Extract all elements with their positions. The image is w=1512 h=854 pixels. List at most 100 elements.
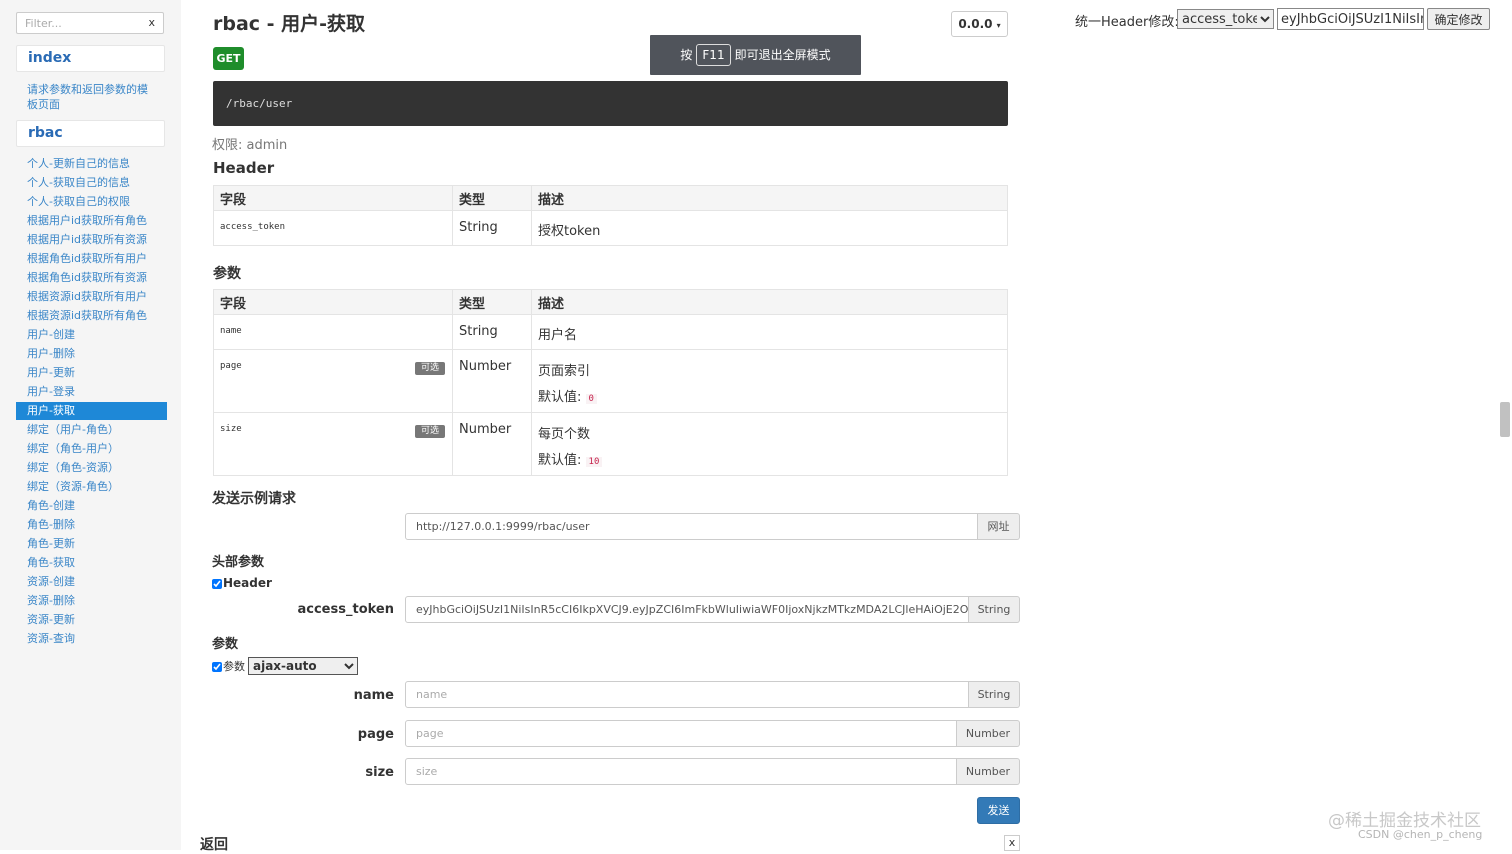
params-checkbox[interactable]	[212, 662, 222, 672]
params-form-title: 参数	[212, 637, 239, 652]
default-code: 10	[585, 457, 603, 467]
header-checkbox[interactable]	[212, 578, 222, 589]
header-checkbox-text: Header	[223, 576, 272, 590]
params-section-title: 参数	[213, 266, 241, 282]
optional-badge: 可选	[415, 362, 445, 375]
toast-text-after: 即可退出全屏模式	[734, 48, 831, 62]
sidebar-item[interactable]: 用户-登录	[16, 383, 167, 401]
sidebar-item[interactable]: 根据资源id获取所有用户	[16, 288, 167, 306]
method-badge: GET	[213, 47, 244, 70]
column-header: 描述	[531, 185, 1008, 211]
sidebar-item-template[interactable]: 请求参数和返回参数的模板页面	[27, 82, 157, 112]
header-checkbox-label[interactable]: Header	[212, 576, 272, 590]
sidebar-item[interactable]: 角色-删除	[16, 516, 167, 534]
field-label: page	[357, 727, 394, 742]
page-input[interactable]	[405, 720, 957, 747]
return-title: 返回	[200, 837, 228, 853]
default-label: 默认值:	[538, 390, 582, 405]
params-checkbox-text: 参数	[223, 660, 245, 673]
field-type: String	[452, 210, 532, 246]
type-addon: String	[969, 681, 1020, 708]
sidebar-item[interactable]: 资源-更新	[16, 611, 167, 629]
default-value: 默认值: 10	[538, 448, 1001, 475]
name-input[interactable]	[405, 681, 969, 708]
sidebar-item[interactable]: 用户-获取	[16, 402, 167, 420]
filter-input[interactable]	[17, 13, 141, 33]
column-header: 描述	[531, 289, 1008, 315]
page-input-group: Number	[405, 720, 1020, 747]
scrollbar-thumb[interactable]	[1500, 402, 1510, 437]
size-input-group: Number	[405, 758, 1020, 785]
field-label: size	[365, 765, 394, 780]
params-table: 字段 类型 描述 name String 用户名 page 可选 Number …	[213, 289, 1008, 476]
sidebar-item[interactable]: 用户-更新	[16, 364, 167, 382]
field-cell: page 可选	[213, 349, 453, 413]
field-desc: 每页个数	[538, 427, 591, 442]
header-key-select[interactable]: access_token	[1177, 9, 1274, 29]
sidebar-item[interactable]: 绑定（用户-角色）	[16, 421, 167, 439]
filter-box: x	[16, 12, 164, 34]
sidebar-item[interactable]: 角色-创建	[16, 497, 167, 515]
field-type: Number	[452, 349, 532, 413]
optional-badge: 可选	[415, 425, 445, 438]
field-name: access_token	[213, 210, 453, 246]
sidebar-item[interactable]: 资源-创建	[16, 573, 167, 591]
sidebar-item[interactable]: 资源-删除	[16, 592, 167, 610]
endpoint-url: /rbac/user	[213, 81, 1008, 126]
send-button[interactable]: 发送	[977, 797, 1020, 824]
access-token-input-group: String	[405, 596, 1020, 623]
field-name: size	[220, 424, 242, 434]
url-addon: 网址	[978, 513, 1020, 540]
sidebar-item[interactable]: 绑定（资源-角色）	[16, 478, 167, 496]
confirm-modify-button[interactable]: 确定修改	[1427, 8, 1490, 30]
sidebar-item[interactable]: 个人-获取自己的信息	[16, 174, 167, 192]
type-addon: Number	[957, 758, 1020, 785]
sidebar-item[interactable]: 个人-获取自己的权限	[16, 193, 167, 211]
header-modify-label: 统一Header修改:	[1075, 15, 1179, 30]
sidebar-item[interactable]: 绑定（角色-资源）	[16, 459, 167, 477]
header-table: 字段 类型 描述 access_token String 授权token	[213, 185, 1008, 246]
url-input[interactable]	[405, 513, 978, 540]
header-value-input[interactable]	[1277, 8, 1424, 30]
sidebar-item[interactable]: 用户-删除	[16, 345, 167, 363]
close-button[interactable]: x	[1004, 835, 1020, 851]
filter-clear-button[interactable]: x	[148, 16, 155, 29]
default-label: 默认值:	[538, 453, 582, 468]
sidebar-item[interactable]: 绑定（角色-用户）	[16, 440, 167, 458]
type-addon: Number	[957, 720, 1020, 747]
field-name: page	[220, 361, 242, 371]
column-header: 类型	[452, 289, 532, 315]
access-token-input[interactable]	[405, 596, 969, 623]
sidebar-item[interactable]: 个人-更新自己的信息	[16, 155, 167, 173]
sidebar-item[interactable]: 资源-查询	[16, 630, 167, 648]
name-input-group: String	[405, 681, 1020, 708]
group-head-index[interactable]: index	[16, 45, 165, 72]
default-code: 0	[585, 394, 597, 404]
caret-down-icon: ▾	[996, 21, 1001, 30]
sample-request-title: 发送示例请求	[212, 491, 296, 507]
toast-key: F11	[696, 44, 731, 66]
sidebar-item[interactable]: 角色-更新	[16, 535, 167, 553]
column-header: 字段	[213, 289, 453, 315]
group-head-rbac[interactable]: rbac	[16, 120, 165, 147]
field-type: String	[452, 314, 532, 350]
field-cell: size 可选	[213, 412, 453, 476]
version-dropdown[interactable]: 0.0.0 ▾	[951, 11, 1008, 37]
params-checkbox-label[interactable]: 参数	[212, 658, 245, 674]
sidebar-item[interactable]: 角色-获取	[16, 554, 167, 572]
sidebar-item[interactable]: 用户-创建	[16, 326, 167, 344]
field-name: name	[213, 314, 453, 350]
type-addon: String	[969, 596, 1020, 623]
params-mode-select[interactable]: ajax-auto	[248, 657, 358, 675]
size-input[interactable]	[405, 758, 957, 785]
field-desc: 用户名	[531, 314, 1008, 350]
field-desc-cell: 每页个数 默认值: 10	[531, 412, 1008, 476]
headers-title: 头部参数	[212, 555, 265, 570]
sidebar-item[interactable]: 根据用户id获取所有角色	[16, 212, 167, 230]
toast-text-before: 按	[680, 48, 693, 62]
sidebar-item[interactable]: 根据资源id获取所有角色	[16, 307, 167, 325]
fullscreen-toast: 按 F11 即可退出全屏模式	[650, 35, 861, 75]
sidebar-item[interactable]: 根据角色id获取所有资源	[16, 269, 167, 287]
sidebar-item[interactable]: 根据用户id获取所有资源	[16, 231, 167, 249]
sidebar-item[interactable]: 根据角色id获取所有用户	[16, 250, 167, 268]
